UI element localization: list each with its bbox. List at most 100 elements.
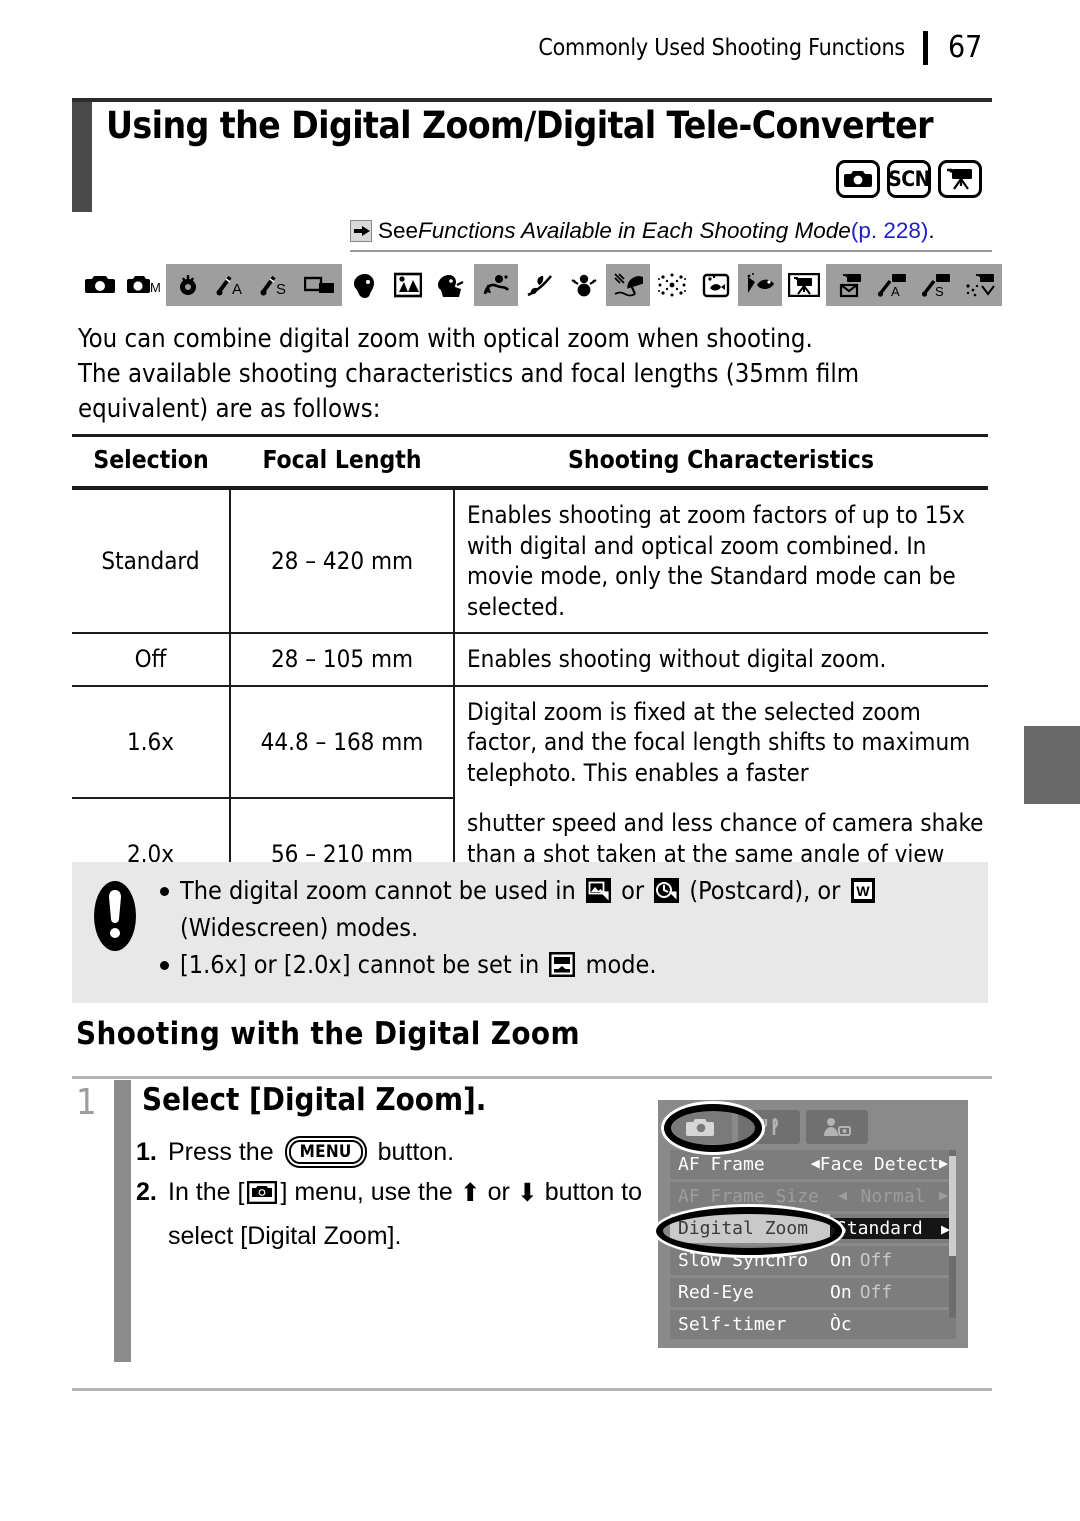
cell-selection: Standard: [72, 488, 231, 634]
menu-button-icon[interactable]: MENU: [288, 1140, 363, 1164]
widescreen-w-icon: W: [850, 878, 875, 911]
caution-text-part-2: or: [613, 876, 652, 905]
caret-left-icon[interactable]: ◀: [811, 1154, 820, 1175]
indoor-icon: [474, 264, 518, 306]
substep-text-part-2: ] menu, use the: [280, 1178, 460, 1206]
postcard-date-stamp-icon: [585, 878, 611, 911]
self-timer-icon: Òc: [830, 1314, 852, 1335]
substep-number: 2.: [136, 1178, 157, 1206]
page-title: Using the Digital Zoom/Digital Tele-Conv…: [106, 104, 934, 147]
see-also-page-link[interactable]: (p. 228): [851, 218, 929, 244]
table-row: 1.6x 44.8 – 168 mm Digital zoom is fixed…: [72, 685, 988, 799]
section-rule: [72, 1076, 992, 1079]
svg-text:A: A: [891, 284, 900, 298]
lcd-option-off[interactable]: Off: [860, 1282, 893, 1303]
see-also-rule: [350, 250, 992, 252]
my-camera-tab[interactable]: [806, 1110, 868, 1144]
lcd-option-on[interactable]: On: [830, 1250, 852, 1271]
lcd-row-value: Standard ▶: [830, 1218, 956, 1239]
intro-paragraph: You can combine digital zoom with optica…: [78, 322, 988, 427]
page-number: 67: [948, 30, 983, 65]
caret-left-icon[interactable]: ◀: [838, 1186, 847, 1207]
scn-label: SCN: [888, 167, 930, 191]
table-header-row: Selection Focal Length Shooting Characte…: [72, 434, 988, 490]
lcd-row-label: AF Frame Size: [678, 1186, 819, 1207]
widescreen-mode-icon: [549, 952, 576, 985]
movie-standard-icon: [782, 264, 826, 306]
substep-list: 1. Press the MENU button. 2. In the [] men…: [136, 1132, 656, 1256]
caret-right-icon[interactable]: ▶: [939, 1154, 948, 1175]
intro-line-1: You can combine digital zoom with optica…: [78, 324, 813, 354]
callout-shooting-tab: [664, 1104, 762, 1152]
cell-focal-length: 44.8 – 168 mm: [230, 685, 455, 799]
lcd-row-red-eye[interactable]: Red-Eye On Off: [670, 1278, 956, 1307]
caution-text-part-3: (Postcard), or: [682, 876, 848, 905]
caution-item: The digital zoom cannot be used in or (P…: [158, 874, 972, 944]
running-title: Commonly Used Shooting Functions: [538, 34, 905, 61]
movie-compact-icon: [826, 264, 870, 306]
title-accent-bar: [72, 102, 92, 212]
lcd-row-label: Red-Eye: [678, 1282, 754, 1303]
postcard-mode-icon: [654, 878, 680, 911]
column-header-shooting-characteristics: Shooting Characteristics: [454, 434, 988, 490]
underwater-icon: [738, 264, 782, 306]
substep-text-part-1: Press the: [168, 1138, 281, 1166]
step-title: Select [Digital Zoom].: [142, 1082, 487, 1118]
substep-text-mid: or: [480, 1178, 517, 1206]
stitch-assist-icon: [298, 264, 342, 306]
lcd-row-value: ◀ Normal ▶: [830, 1186, 956, 1207]
beach-icon: [606, 264, 650, 306]
column-header-focal-length: Focal Length: [230, 434, 454, 490]
arrow-right-icon: [350, 220, 372, 242]
caution-text-part-1: The digital zoom cannot be used in: [180, 876, 583, 905]
svg-text:S: S: [276, 281, 286, 298]
fireworks-icon: [650, 264, 694, 306]
cell-focal-length: 28 – 420 mm: [230, 488, 455, 634]
title-mode-badges: SCN: [836, 160, 982, 198]
lcd-row-value: Òc: [830, 1314, 956, 1335]
lcd-option-off[interactable]: Off: [860, 1250, 893, 1271]
lcd-value-text: Standard: [836, 1218, 923, 1239]
movie-aperture-icon: A: [870, 264, 914, 306]
lcd-scrollbar[interactable]: [949, 1150, 956, 1318]
caret-right-icon[interactable]: ▶: [939, 1186, 948, 1207]
arrow-down-icon: ⬇: [516, 1179, 538, 1207]
lcd-row-af-frame[interactable]: AF Frame ◀ Face Detect ▶: [670, 1150, 956, 1179]
see-also-lead: See: [378, 218, 419, 243]
cell-characteristics: Enables shooting at zoom factors of up t…: [454, 488, 988, 634]
camera-auto-icon: [78, 264, 122, 306]
lcd-scrollbar-thumb[interactable]: [949, 1156, 956, 1256]
table-row: Off 28 – 105 mm Enables shooting without…: [72, 633, 988, 687]
portrait-icon: [342, 264, 386, 306]
chapter-thumb-tab: [1024, 726, 1080, 804]
cell-focal-length: 28 – 105 mm: [230, 633, 455, 687]
see-also-period: .: [928, 218, 935, 243]
title-top-rule: [72, 98, 992, 102]
night-snapshot-icon: [386, 264, 430, 306]
lcd-value-text: Normal: [860, 1186, 926, 1207]
intro-line-3: equivalent) are as follows:: [78, 394, 381, 424]
camera-menu-icon: [247, 1176, 278, 1216]
movie-color-accent-icon: [958, 264, 1002, 306]
see-also-title: Functions Available in Each Shooting Mod…: [418, 218, 851, 243]
section-heading: Shooting with the Digital Zoom: [76, 1016, 580, 1052]
running-header: Commonly Used Shooting Functions 67: [538, 30, 992, 65]
aperture-priority-icon: A: [210, 264, 254, 306]
caution-text-part-2: mode.: [578, 950, 657, 979]
caution-item: [1.6x] or [2.0x] cannot be set in mode.: [158, 948, 972, 985]
lcd-row-self-timer[interactable]: Self-timer Òc: [670, 1310, 956, 1339]
shutter-priority-icon: S: [254, 264, 298, 306]
svg-text:M: M: [150, 280, 161, 295]
caution-text-part-4: (Widescreen) modes.: [180, 913, 419, 942]
svg-text:A: A: [232, 281, 242, 298]
step-number: 1: [76, 1082, 97, 1123]
caution-items: The digital zoom cannot be used in or (P…: [158, 874, 988, 989]
foliage-icon: [518, 264, 562, 306]
lcd-row-label: Self-timer: [678, 1314, 787, 1335]
lcd-option-on[interactable]: On: [830, 1282, 852, 1303]
see-also-reference: See Functions Available in Each Shooting…: [350, 218, 935, 244]
substep-text-part-2: button.: [370, 1138, 455, 1166]
lcd-row-af-frame-size[interactable]: AF Frame Size ◀ Normal ▶: [670, 1182, 956, 1211]
callout-digital-zoom-row: [656, 1207, 842, 1255]
lcd-row-value: On Off: [830, 1250, 956, 1271]
